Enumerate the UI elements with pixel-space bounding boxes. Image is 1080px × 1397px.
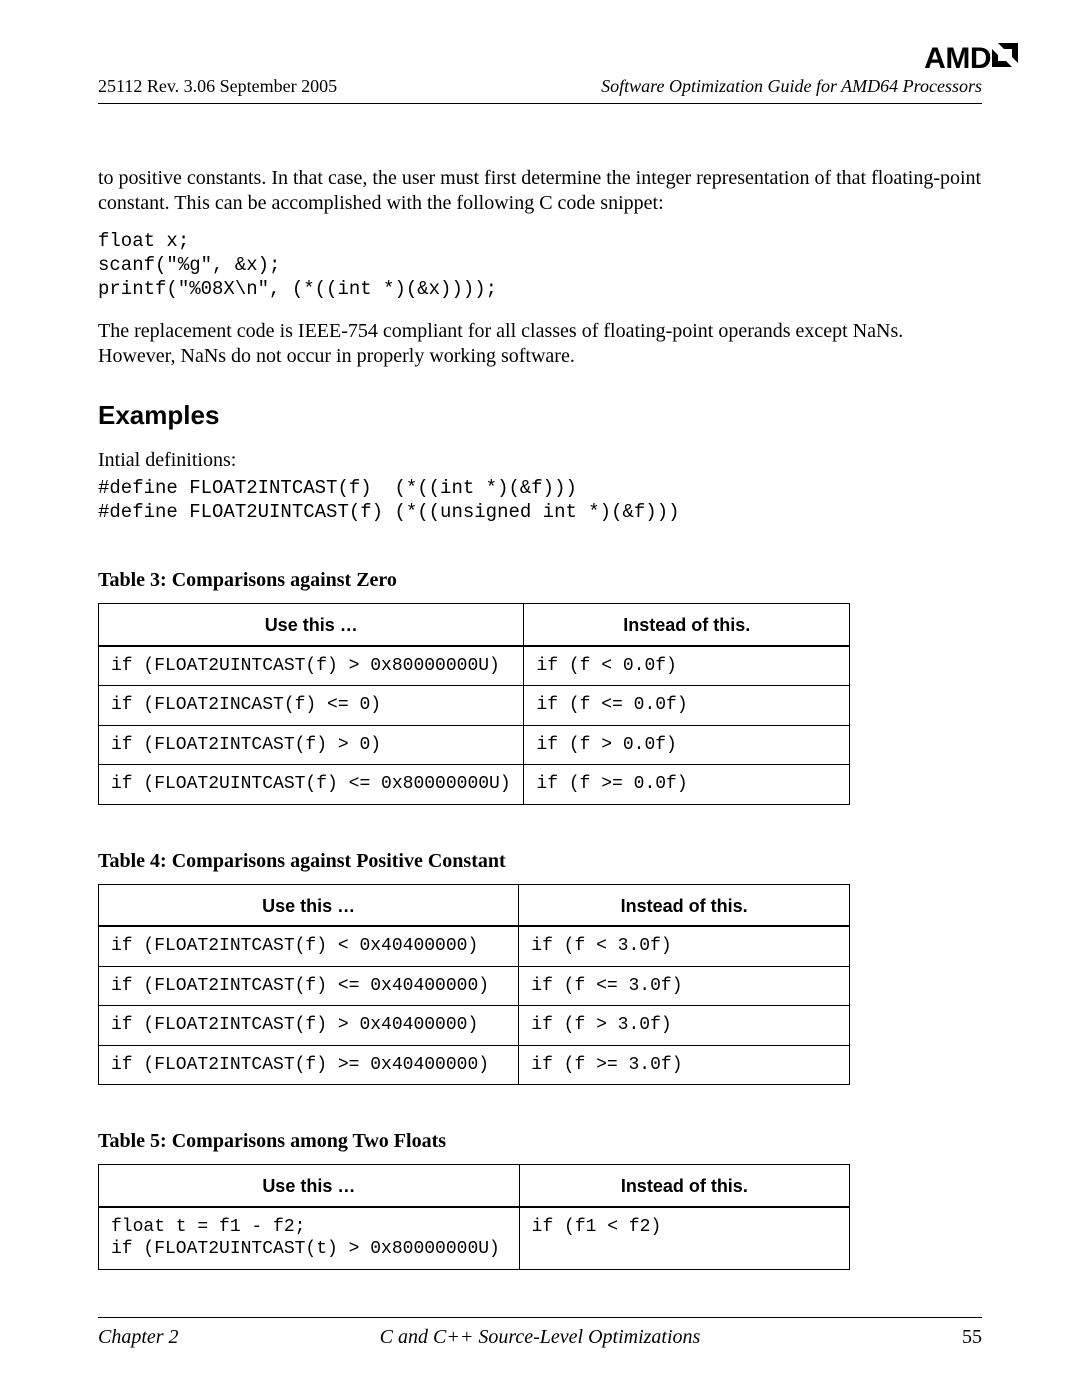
cell-instead: if (f >= 0.0f) bbox=[524, 765, 850, 805]
cell-use: if (FLOAT2INTCAST(f) < 0x40400000) bbox=[99, 926, 519, 966]
definitions-label: Intial definitions: bbox=[98, 448, 982, 473]
cell-use: if (FLOAT2INTCAST(f) > 0x40400000) bbox=[99, 1006, 519, 1046]
examples-heading: Examples bbox=[98, 399, 982, 432]
table-body: if (FLOAT2INTCAST(f) < 0x40400000)if (f … bbox=[99, 926, 850, 1085]
amd-arrow-icon bbox=[992, 41, 1018, 75]
table-caption: Table 5: Comparisons among Two Floats bbox=[98, 1129, 982, 1154]
cell-use: if (FLOAT2INCAST(f) <= 0) bbox=[99, 686, 524, 726]
content: to positive constants. In that case, the… bbox=[98, 166, 982, 1270]
header-bar: 25112 Rev. 3.06 September 2005 Software … bbox=[98, 76, 982, 104]
cell-instead: if (f <= 3.0f) bbox=[519, 966, 850, 1006]
paragraph: The replacement code is IEEE-754 complia… bbox=[98, 319, 982, 369]
doc-title: Software Optimization Guide for AMD64 Pr… bbox=[601, 76, 982, 97]
footer-title: C and C++ Source-Level Optimizations bbox=[98, 1326, 982, 1349]
amd-logo: AMD bbox=[924, 42, 1018, 76]
table-row: if (FLOAT2INTCAST(f) <= 0x40400000)if (f… bbox=[99, 966, 850, 1006]
col-header-instead: Instead of this. bbox=[519, 1165, 849, 1207]
table-caption: Table 4: Comparisons against Positive Co… bbox=[98, 849, 982, 874]
table-row: if (FLOAT2INTCAST(f) > 0x40400000)if (f … bbox=[99, 1006, 850, 1046]
footer: Chapter 2 C and C++ Source-Level Optimiz… bbox=[98, 1317, 982, 1349]
cell-instead: if (f < 3.0f) bbox=[519, 926, 850, 966]
cell-use: if (FLOAT2INTCAST(f) <= 0x40400000) bbox=[99, 966, 519, 1006]
cell-use: if (FLOAT2INTCAST(f) >= 0x40400000) bbox=[99, 1045, 519, 1085]
table-comparisons-zero: Use this … Instead of this. if (FLOAT2UI… bbox=[98, 603, 850, 805]
code-block: #define FLOAT2INTCAST(f) (*((int *)(&f))… bbox=[98, 477, 982, 525]
table-row: if (FLOAT2INTCAST(f) < 0x40400000)if (f … bbox=[99, 926, 850, 966]
cell-instead: if (f > 0.0f) bbox=[524, 725, 850, 765]
cell-use: if (FLOAT2UINTCAST(f) <= 0x80000000U) bbox=[99, 765, 524, 805]
page: AMD 25112 Rev. 3.06 September 2005 Softw… bbox=[0, 0, 1080, 1397]
code-block: float x; scanf("%g", &x); printf("%08X\n… bbox=[98, 230, 982, 301]
amd-logo-text: AMD bbox=[924, 42, 991, 76]
table-row: if (FLOAT2INTCAST(f) > 0)if (f > 0.0f) bbox=[99, 725, 850, 765]
table-body: float t = f1 - f2; if (FLOAT2UINTCAST(t)… bbox=[99, 1207, 850, 1270]
cell-instead: if (f >= 3.0f) bbox=[519, 1045, 850, 1085]
table-row: if (FLOAT2INCAST(f) <= 0)if (f <= 0.0f) bbox=[99, 686, 850, 726]
paragraph: to positive constants. In that case, the… bbox=[98, 166, 982, 216]
cell-instead: if (f < 0.0f) bbox=[524, 646, 850, 686]
cell-use: if (FLOAT2INTCAST(f) > 0) bbox=[99, 725, 524, 765]
cell-instead: if (f1 < f2) bbox=[519, 1207, 849, 1270]
cell-use: float t = f1 - f2; if (FLOAT2UINTCAST(t)… bbox=[99, 1207, 520, 1270]
table-comparisons-two-floats: Use this … Instead of this. float t = f1… bbox=[98, 1164, 850, 1270]
table-row: if (FLOAT2UINTCAST(f) <= 0x80000000U)if … bbox=[99, 765, 850, 805]
table-row: if (FLOAT2UINTCAST(f) > 0x80000000U)if (… bbox=[99, 646, 850, 686]
cell-use: if (FLOAT2UINTCAST(f) > 0x80000000U) bbox=[99, 646, 524, 686]
table-row: if (FLOAT2INTCAST(f) >= 0x40400000)if (f… bbox=[99, 1045, 850, 1085]
col-header-instead: Instead of this. bbox=[519, 884, 850, 926]
table-caption: Table 3: Comparisons against Zero bbox=[98, 568, 982, 593]
rev-line: 25112 Rev. 3.06 September 2005 bbox=[98, 76, 337, 97]
cell-instead: if (f > 3.0f) bbox=[519, 1006, 850, 1046]
col-header-use: Use this … bbox=[99, 1165, 520, 1207]
cell-instead: if (f <= 0.0f) bbox=[524, 686, 850, 726]
table-body: if (FLOAT2UINTCAST(f) > 0x80000000U)if (… bbox=[99, 646, 850, 805]
col-header-use: Use this … bbox=[99, 884, 519, 926]
col-header-instead: Instead of this. bbox=[524, 604, 850, 646]
col-header-use: Use this … bbox=[99, 604, 524, 646]
table-comparisons-positive: Use this … Instead of this. if (FLOAT2IN… bbox=[98, 884, 850, 1086]
table-row: float t = f1 - f2; if (FLOAT2UINTCAST(t)… bbox=[99, 1207, 850, 1270]
